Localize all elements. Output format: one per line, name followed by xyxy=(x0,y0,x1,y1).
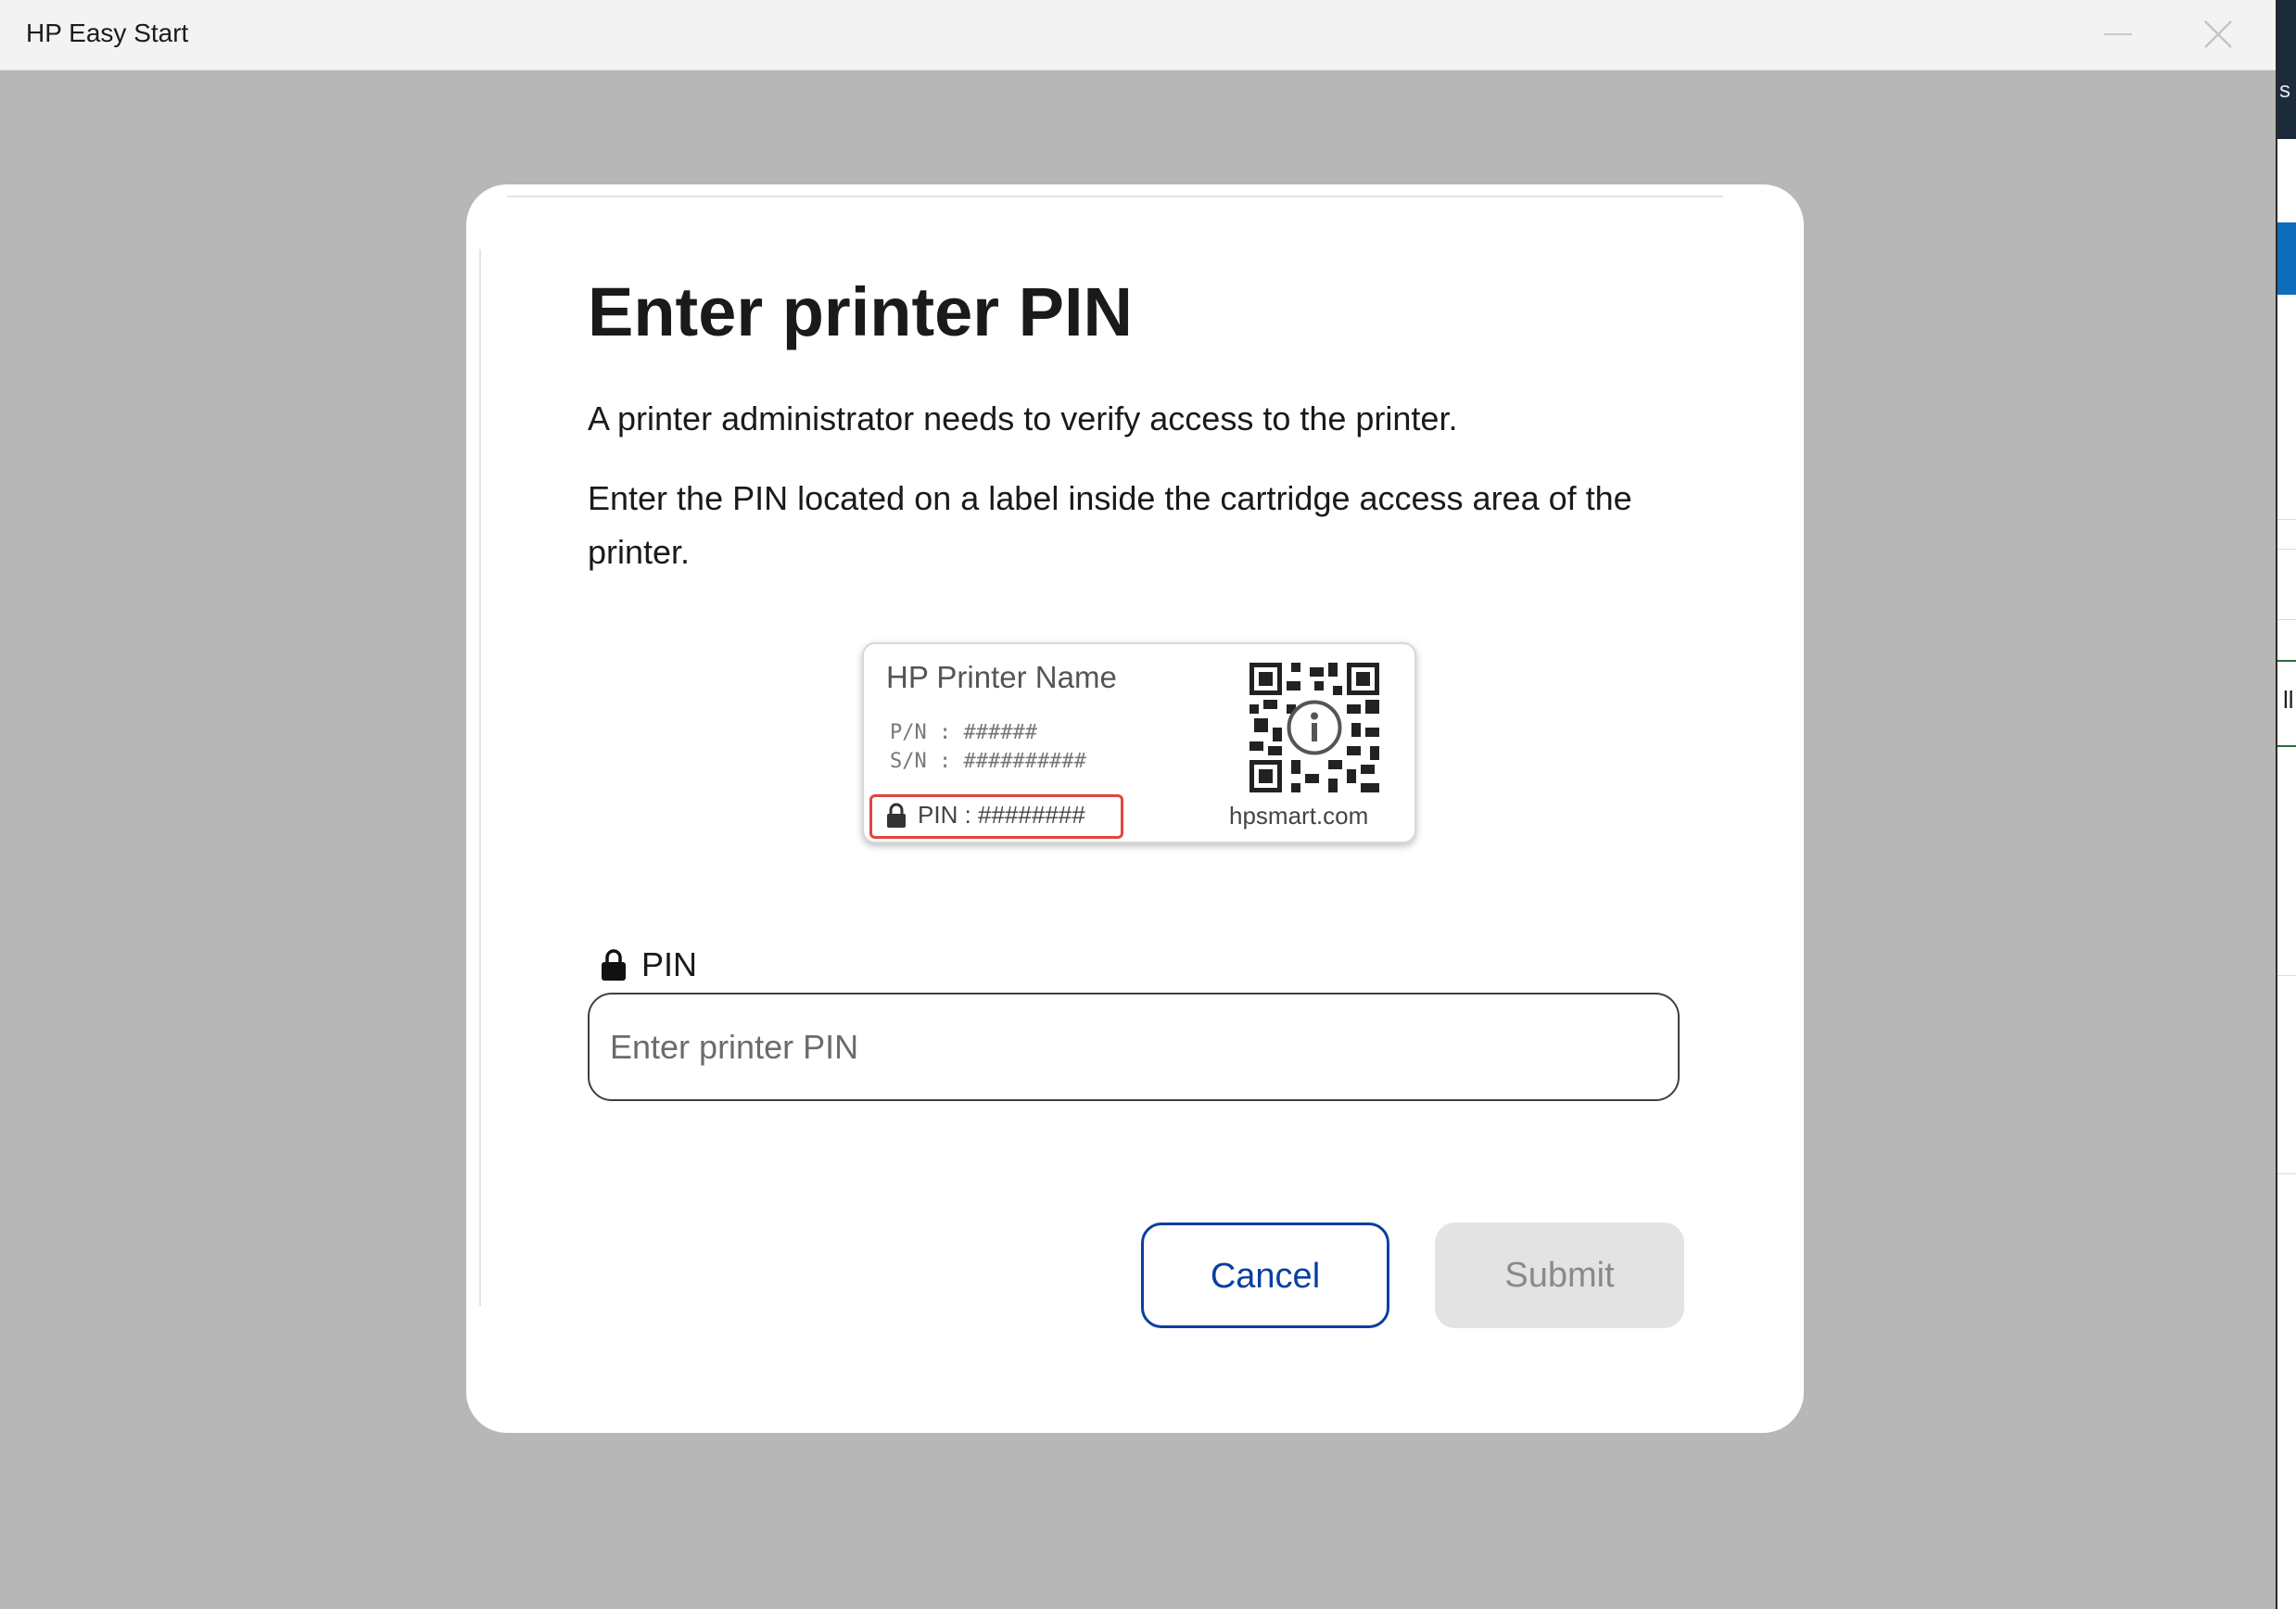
dialog-top-edge xyxy=(507,196,1723,197)
window-title: HP Easy Start xyxy=(26,19,189,47)
label-pin: PIN : ######## xyxy=(918,801,1085,829)
dialog-left-edge xyxy=(479,249,481,1306)
background-window-divider xyxy=(2277,519,2296,520)
label-sn: S/N : ########## xyxy=(890,750,1086,773)
background-window-divider xyxy=(2277,619,2296,620)
title-bar: HP Easy Start xyxy=(0,0,2276,70)
background-window-divider xyxy=(2277,975,2296,976)
background-window-header xyxy=(2277,0,2296,139)
label-printer-name: HP Printer Name xyxy=(886,660,1117,694)
lock-icon xyxy=(887,803,906,828)
background-window-text: s xyxy=(2279,78,2290,103)
background-window-accent xyxy=(2277,222,2296,295)
close-icon xyxy=(2204,20,2232,48)
minimize-button[interactable] xyxy=(2069,0,2167,70)
background-window-divider xyxy=(2277,549,2296,550)
background-window-divider xyxy=(2277,1173,2296,1174)
background-window-text: ll xyxy=(2283,686,2294,714)
close-window-button[interactable] xyxy=(2169,0,2267,70)
pin-label-text: PIN xyxy=(641,945,698,983)
label-url: hpsmart.com xyxy=(1229,802,1369,830)
admin-verify-text: A printer administrator needs to verify … xyxy=(588,399,1458,437)
label-pin-highlight: PIN : ######## xyxy=(869,794,1123,839)
label-pn: P/N : ###### xyxy=(890,721,1037,744)
lock-icon xyxy=(602,949,626,981)
pin-location-text: Enter the PIN located on a label inside … xyxy=(588,479,1632,571)
cancel-button[interactable]: Cancel xyxy=(1141,1223,1389,1328)
hp-easy-start-window: HP Easy Start Enter printer PIN A printe… xyxy=(0,0,2276,1609)
background-window-edge: s ll xyxy=(2276,0,2296,1609)
pin-input[interactable] xyxy=(588,993,1680,1101)
dialog-title: Enter printer PIN xyxy=(588,273,1133,350)
qr-code-icon xyxy=(1249,663,1379,792)
printer-label-illustration: HP Printer Name P/N : ###### S/N : #####… xyxy=(862,642,1416,843)
submit-button[interactable]: Submit xyxy=(1435,1223,1684,1328)
